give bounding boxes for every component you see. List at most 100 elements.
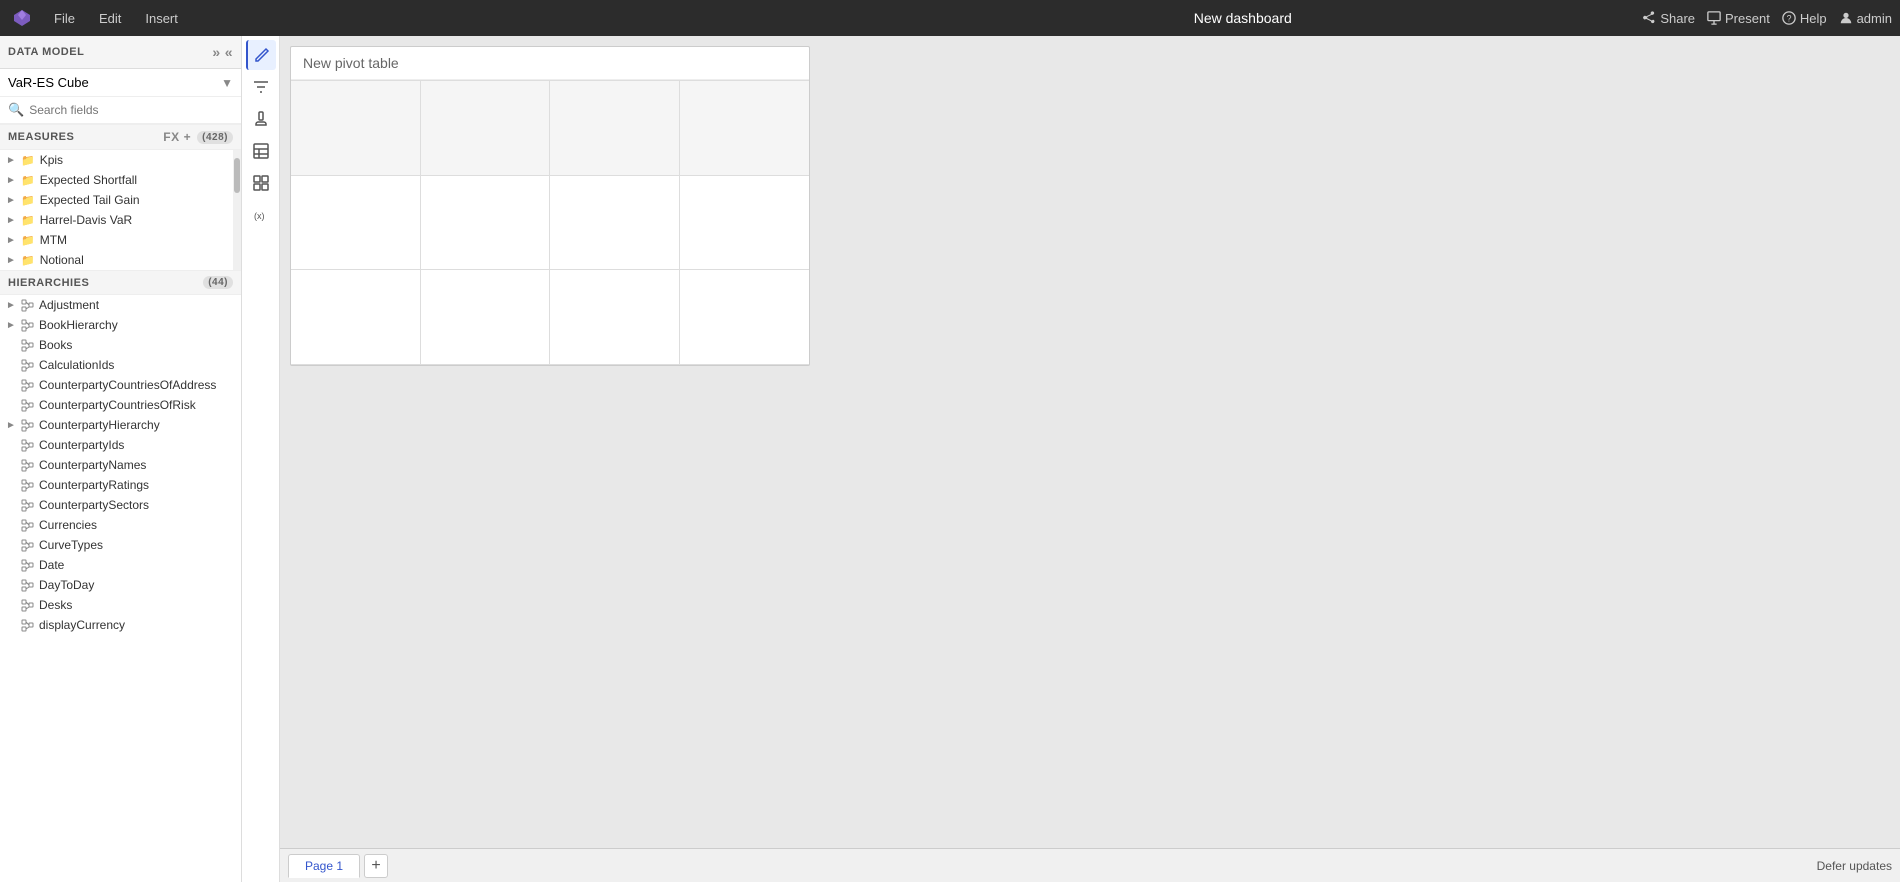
hierarchy-item-counterpartycountriesofaddress[interactable]: ► CounterpartyCountriesOfAddress (0, 375, 241, 395)
measure-item-expected-shortfall[interactable]: ► 📁 Expected Shortfall (0, 170, 241, 190)
hierarchies-list: ► Adjustment ► BookHierarchy ► Books (0, 295, 241, 882)
expand-arrow-icon: ► (4, 235, 18, 246)
hierarchy-label: CounterpartyCountriesOfAddress (39, 378, 233, 392)
chevron-down-icon: ▼ (221, 76, 233, 90)
measures-label: MEASURES (8, 131, 74, 143)
add-measure-icon[interactable]: + (184, 130, 192, 144)
svg-text:(x): (x) (254, 211, 265, 221)
measure-item-notional[interactable]: ► 📁 Notional (0, 250, 241, 270)
pivot-cell-header (291, 81, 421, 176)
measure-item-kpis[interactable]: ► 📁 Kpis (0, 150, 241, 170)
pivot-toolbar-button[interactable] (246, 168, 276, 198)
svg-text:?: ? (1786, 14, 1791, 24)
function-icon[interactable]: fx (163, 130, 179, 144)
measure-label: MTM (40, 233, 233, 247)
expand-arrow-icon: ► (4, 215, 18, 226)
share-button[interactable]: Share (1642, 11, 1695, 26)
main-layout: DATA MODEL » « VaR-ES Cube ▼ 🔍 MEASURES … (0, 36, 1900, 882)
menu-insert[interactable]: Insert (135, 7, 188, 30)
pivot-cell (680, 270, 810, 365)
pivot-grid (291, 80, 809, 365)
hierarchy-item-currencies[interactable]: ► Currencies (0, 515, 241, 535)
data-model-name: VaR-ES Cube (8, 75, 89, 90)
measure-item-harrel-davis-var[interactable]: ► 📁 Harrel-Davis VaR (0, 210, 241, 230)
hierarchy-label: CounterpartyHierarchy (39, 418, 233, 432)
menu-file[interactable]: File (44, 7, 85, 30)
pivot-cell (421, 270, 551, 365)
pivot-cell (550, 270, 680, 365)
pivot-card: New pivot table (290, 46, 810, 366)
defer-updates-button[interactable]: Defer updates (1817, 859, 1892, 873)
hierarchy-item-displaycurrency[interactable]: ► displayCurrency (0, 615, 241, 635)
menu-edit[interactable]: Edit (89, 7, 131, 30)
help-button[interactable]: ? Help (1782, 11, 1827, 26)
collapse-sidebar-button[interactable]: « (225, 44, 233, 60)
content-inner: New pivot table (280, 36, 1900, 848)
measure-label: Kpis (40, 153, 233, 167)
hierarchy-icon (21, 459, 34, 472)
hierarchy-item-counterpartyratings[interactable]: ► CounterpartyRatings (0, 475, 241, 495)
hierarchy-label: CounterpartyNames (39, 458, 233, 472)
variable-toolbar-button[interactable]: (x) (246, 200, 276, 230)
user-menu[interactable]: admin (1839, 11, 1892, 26)
expand-arrow-icon: ► (4, 195, 18, 206)
hierarchy-icon (21, 559, 34, 572)
hierarchies-section-header: HIERARCHIES (44) (0, 270, 241, 295)
right-actions: Share Present ? Help admin (1642, 11, 1892, 26)
hierarchy-icon (21, 619, 34, 632)
hierarchy-item-books[interactable]: ► Books (0, 335, 241, 355)
hierarchy-icon (21, 519, 34, 532)
hierarchy-item-counterpartycountriesofrisk[interactable]: ► CounterpartyCountriesOfRisk (0, 395, 241, 415)
hierarchy-item-calculationids[interactable]: ► CalculationIds (0, 355, 241, 375)
page-tab-1[interactable]: Page 1 (288, 854, 360, 878)
pivot-cell (421, 176, 551, 271)
expand-arrow-icon: ► (4, 420, 18, 431)
hierarchy-label: CounterpartySectors (39, 498, 233, 512)
hierarchy-icon (21, 379, 34, 392)
present-button[interactable]: Present (1707, 11, 1770, 26)
folder-icon: 📁 (21, 254, 35, 267)
search-box: 🔍 (0, 97, 241, 124)
table-toolbar-button[interactable] (246, 136, 276, 166)
pivot-title: New pivot table (291, 47, 809, 80)
measure-item-mtm[interactable]: ► 📁 MTM (0, 230, 241, 250)
hierarchy-label: displayCurrency (39, 618, 233, 632)
hierarchy-item-curvetypes[interactable]: ► CurveTypes (0, 535, 241, 555)
hierarchy-label: Adjustment (39, 298, 233, 312)
expand-arrow-icon: ► (4, 175, 18, 186)
hierarchy-item-date[interactable]: ► Date (0, 555, 241, 575)
data-model-selector[interactable]: VaR-ES Cube ▼ (0, 69, 241, 97)
hierarchy-label: Date (39, 558, 233, 572)
measure-label: Expected Shortfall (40, 173, 233, 187)
pivot-cell-header (421, 81, 551, 176)
hierarchy-item-daytoday[interactable]: ► DayToDay (0, 575, 241, 595)
hierarchy-item-adjustment[interactable]: ► Adjustment (0, 295, 241, 315)
hierarchy-item-desks[interactable]: ► Desks (0, 595, 241, 615)
filter-toolbar-button[interactable] (246, 72, 276, 102)
hierarchy-item-counterpartyhierarchy[interactable]: ► CounterpartyHierarchy (0, 415, 241, 435)
folder-icon: 📁 (21, 174, 35, 187)
hierarchy-item-counterpartysectors[interactable]: ► CounterpartySectors (0, 495, 241, 515)
hierarchy-item-counterpartyids[interactable]: ► CounterpartyIds (0, 435, 241, 455)
pivot-cell (291, 176, 421, 271)
page-tabs-left: Page 1 + (288, 854, 388, 878)
expand-arrow-icon: ► (4, 300, 18, 311)
hierarchy-item-bookhierarchy[interactable]: ► BookHierarchy (0, 315, 241, 335)
edit-toolbar-button[interactable] (246, 40, 276, 70)
add-page-button[interactable]: + (364, 854, 388, 878)
hierarchy-label: Books (39, 338, 233, 352)
folder-icon: 📁 (21, 194, 35, 207)
pivot-cell-header (680, 81, 810, 176)
hierarchies-count: (44) (203, 276, 233, 289)
hierarchy-icon (21, 319, 34, 332)
folder-icon: 📁 (21, 234, 35, 247)
measure-item-expected-tail-gain[interactable]: ► 📁 Expected Tail Gain (0, 190, 241, 210)
hierarchy-label: CounterpartyRatings (39, 478, 233, 492)
hierarchy-icon (21, 339, 34, 352)
hierarchy-item-counterpartynames[interactable]: ► CounterpartyNames (0, 455, 241, 475)
hierarchy-icon (21, 419, 34, 432)
search-input[interactable] (29, 103, 233, 117)
paint-toolbar-button[interactable] (246, 104, 276, 134)
expand-all-button[interactable]: » (208, 42, 224, 62)
pivot-cell (550, 176, 680, 271)
